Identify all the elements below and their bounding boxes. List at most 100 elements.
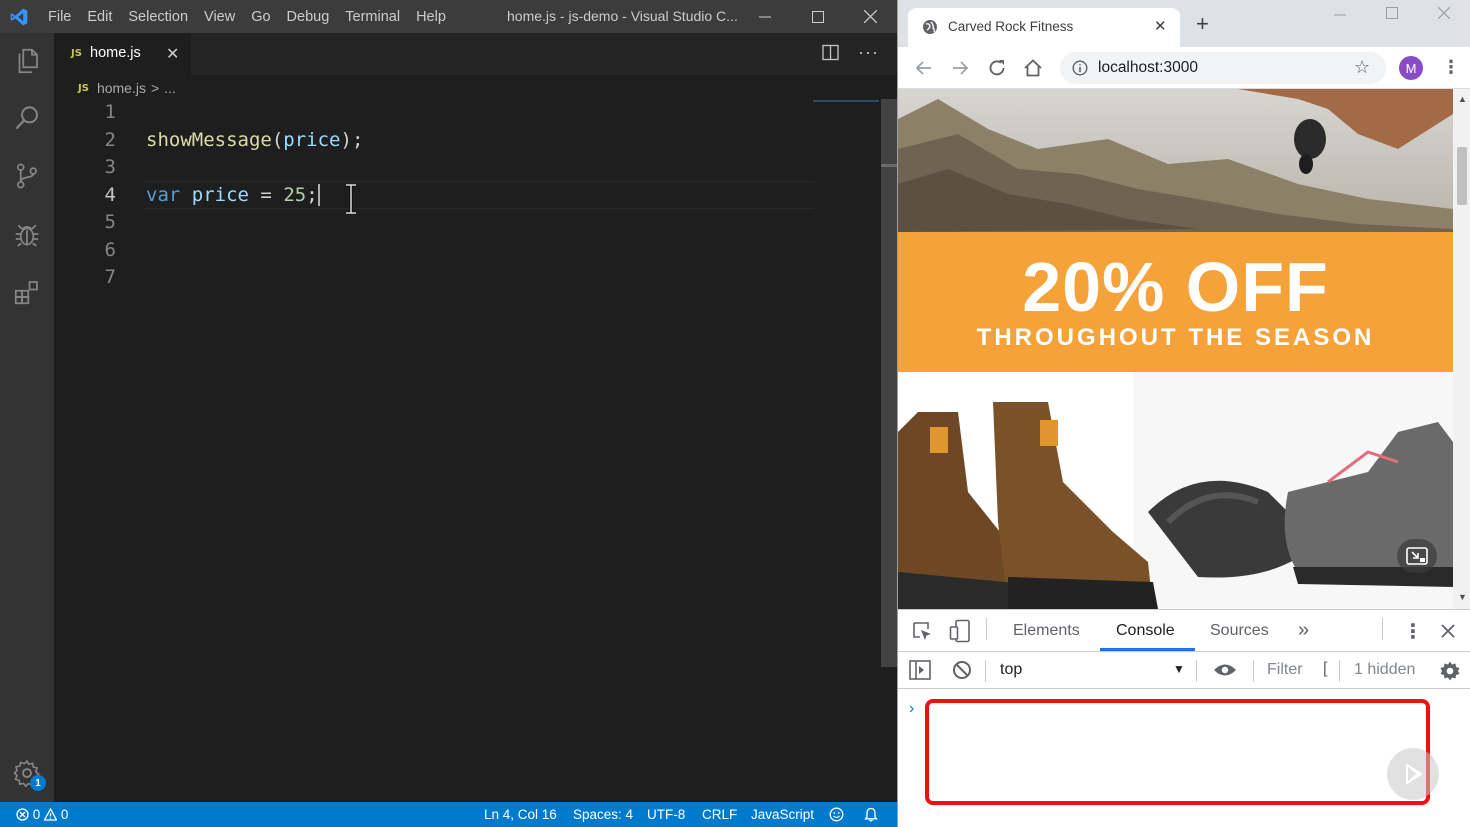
menu-file[interactable]: File (40, 9, 79, 25)
line-number: 7 (104, 266, 116, 288)
maximize-button[interactable] (1386, 6, 1398, 23)
close-window-button[interactable] (1437, 6, 1451, 23)
tab-sources[interactable]: Sources (1210, 622, 1269, 640)
editor-scrollbar[interactable] (881, 99, 897, 667)
close-window-button[interactable] (847, 0, 893, 33)
profile-avatar[interactable]: M (1399, 56, 1423, 80)
code-line[interactable]: 2 showMessage(price); (54, 127, 882, 155)
line-number: 5 (104, 211, 116, 233)
feedback-button[interactable] (829, 807, 844, 825)
console-toolbar: top ▼ Filter [ 1 hidden (898, 652, 1470, 689)
punctuation: ); (340, 128, 364, 151)
error-count: 0 (32, 807, 41, 822)
reload-icon[interactable] (986, 57, 1008, 79)
notifications-button[interactable] (864, 807, 878, 825)
code-line[interactable]: 6 (54, 237, 882, 265)
problems-indicator[interactable]: 0 0 (16, 807, 68, 822)
new-tab-button[interactable]: + (1196, 13, 1209, 35)
vscode-logo-icon (10, 8, 28, 26)
indentation[interactable]: Spaces: 4 (573, 807, 633, 822)
code-text: var price = 25; (146, 182, 320, 210)
bookmark-star-icon[interactable]: ☆ (1354, 57, 1370, 78)
gear-icon[interactable] (1439, 660, 1461, 682)
browser-tab[interactable]: Carved Rock Fitness ✕ (908, 8, 1180, 47)
code-line[interactable]: 4 var price = 25; (54, 182, 882, 210)
page-scrollbar[interactable]: ▲ ▼ (1453, 89, 1470, 609)
source-control-button[interactable] (9, 158, 45, 194)
more-vert-icon: ⋮ (1403, 621, 1423, 643)
scroll-down-arrow-icon[interactable]: ▼ (1458, 592, 1467, 602)
browser-menu-button[interactable]: ⋮ (1442, 57, 1460, 77)
chevron-right-icon: > (150, 80, 160, 96)
language-mode[interactable]: JavaScript (751, 807, 814, 822)
debug-button[interactable] (9, 216, 45, 252)
maximize-button[interactable] (795, 0, 841, 33)
menu-debug[interactable]: Debug (279, 9, 338, 25)
smiley-icon (829, 807, 844, 822)
address-bar[interactable]: localhost:3000 ☆ (1060, 52, 1386, 84)
variable-name: price (191, 183, 249, 206)
tab-console[interactable]: Console (1116, 622, 1175, 640)
dropdown-arrow-icon[interactable]: ▼ (1173, 662, 1185, 676)
split-editor-button[interactable] (822, 44, 839, 66)
files-icon (18, 48, 38, 74)
minimize-button[interactable] (1334, 6, 1346, 23)
menu-view[interactable]: View (196, 9, 243, 25)
line-ending[interactable]: CRLF (702, 807, 737, 822)
scroll-up-arrow-icon[interactable]: ▲ (1458, 94, 1467, 104)
active-tab-indicator (1100, 648, 1195, 651)
picture-in-picture-button[interactable] (1397, 539, 1437, 573)
cursor-position[interactable]: Ln 4, Col 16 (484, 807, 557, 822)
console-prompt-icon[interactable]: › (909, 700, 914, 718)
warning-count: 0 (60, 807, 69, 822)
scrollbar-thumb[interactable] (1457, 147, 1467, 205)
line-number: 1 (104, 101, 116, 123)
extensions-button[interactable] (9, 274, 45, 310)
device-toolbar-icon[interactable] (949, 619, 971, 643)
menu-help[interactable]: Help (408, 9, 454, 25)
info-icon[interactable] (1072, 60, 1088, 76)
code-line[interactable]: 5 (54, 209, 882, 237)
clear-console-icon[interactable] (952, 660, 972, 680)
operator: = (248, 183, 284, 206)
tab-home-js[interactable]: JS home.js ✕ (54, 33, 191, 75)
explorer-button[interactable] (9, 43, 45, 79)
forward-arrow-icon[interactable] (949, 57, 971, 79)
menu-terminal[interactable]: Terminal (337, 9, 408, 25)
breadcrumb-symbols[interactable]: ... (164, 80, 176, 96)
overlay-play-button[interactable] (1387, 748, 1439, 800)
devtools-menu-button[interactable]: ⋮ (1403, 619, 1423, 644)
code-line[interactable]: 1 (54, 99, 882, 127)
breadcrumb-file[interactable]: home.js (97, 80, 146, 96)
highlight-box (925, 699, 1430, 805)
web-page: 20% OFF THROUGHOUT THE SEASON (898, 89, 1453, 609)
more-actions-button[interactable]: ··· (858, 42, 879, 63)
close-tab-button[interactable]: ✕ (1154, 17, 1167, 35)
code-editor[interactable]: 1 2 showMessage(price); 3 4 var price = … (54, 99, 882, 799)
code-line[interactable]: 7 (54, 264, 882, 292)
number-literal: 25 (283, 183, 307, 206)
more-tabs-button[interactable]: » (1298, 619, 1309, 642)
scrollbar-cursor-marker (881, 164, 897, 167)
menu-go[interactable]: Go (243, 9, 278, 25)
minimize-button[interactable] (742, 0, 788, 33)
close-icon[interactable] (1441, 624, 1455, 638)
encoding[interactable]: UTF-8 (647, 807, 685, 822)
code-line[interactable]: 3 (54, 154, 882, 182)
menu-selection[interactable]: Selection (120, 9, 196, 25)
console-filter-input[interactable]: Filter (1267, 661, 1303, 679)
sidebar-toggle-icon[interactable] (909, 660, 931, 680)
inspect-element-icon[interactable] (911, 620, 933, 642)
home-icon[interactable] (1022, 57, 1044, 79)
search-button[interactable] (9, 100, 45, 136)
context-selector[interactable]: top (1000, 661, 1022, 679)
back-arrow-icon[interactable] (913, 57, 935, 79)
browser-tab-strip: Carved Rock Fitness ✕ + (898, 0, 1470, 47)
tab-elements[interactable]: Elements (1013, 622, 1080, 640)
eye-icon[interactable] (1213, 662, 1237, 678)
minimap[interactable] (813, 100, 879, 102)
vscode-titlebar: File Edit Selection View Go Debug Termin… (0, 0, 897, 33)
js-file-icon: JS (71, 48, 82, 59)
close-tab-button[interactable]: ✕ (166, 44, 179, 64)
menu-edit[interactable]: Edit (79, 9, 120, 25)
